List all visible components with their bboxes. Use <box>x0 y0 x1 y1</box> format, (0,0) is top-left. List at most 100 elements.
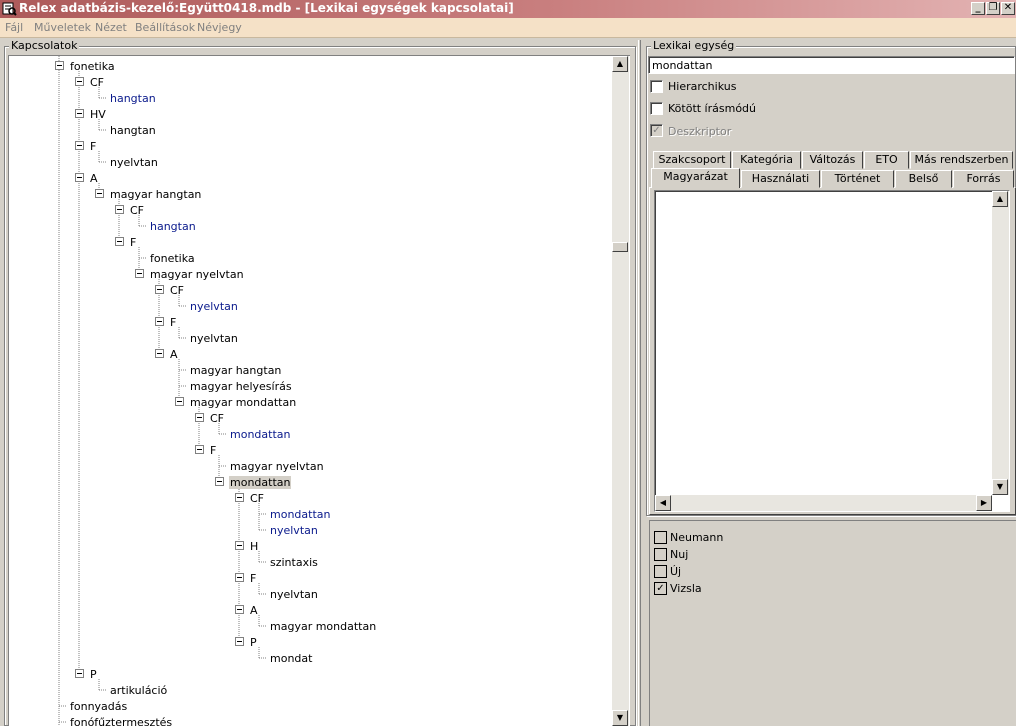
tree-expander[interactable] <box>135 269 144 278</box>
menu-operations[interactable]: Műveletek <box>34 21 91 34</box>
tree-node[interactable]: magyar hangtan <box>190 364 281 377</box>
tree-node[interactable]: magyar mondattan <box>270 620 376 633</box>
tree-expander[interactable] <box>235 493 244 502</box>
tree-node[interactable]: mondattan <box>270 508 330 521</box>
scroll-right-icon[interactable]: ▶ <box>976 495 992 511</box>
tree-node[interactable]: mondat <box>270 652 312 665</box>
menu-view[interactable]: Nézet <box>95 21 127 34</box>
tree-expander[interactable] <box>55 61 64 70</box>
source-label[interactable]: Nuj <box>670 548 688 561</box>
tree-node[interactable]: CF <box>170 284 184 297</box>
source-checkbox[interactable] <box>654 565 667 578</box>
source-checkbox[interactable] <box>654 531 667 544</box>
tree-node[interactable]: szintaxis <box>270 556 318 569</box>
tree-node[interactable]: fonetika <box>150 252 195 265</box>
tree-node[interactable]: hangtan <box>150 220 196 233</box>
tab-kategoria[interactable]: Kategória <box>732 151 801 169</box>
tree-node[interactable]: magyar helyesírás <box>190 380 292 393</box>
tree-node[interactable]: A <box>250 604 258 617</box>
tree-expander[interactable] <box>175 397 184 406</box>
source-label[interactable]: Neumann <box>670 531 723 544</box>
menu-settings[interactable]: Beállítások <box>135 21 195 34</box>
hierarchical-checkbox[interactable] <box>650 80 663 93</box>
tree-expander[interactable] <box>215 477 224 486</box>
scroll-down-icon[interactable]: ▼ <box>992 479 1008 495</box>
tab-hasznalati[interactable]: Használati <box>741 170 820 188</box>
source-label[interactable]: Vizsla <box>670 582 702 595</box>
tree-node[interactable]: A <box>170 348 178 361</box>
tree-node[interactable]: HV <box>90 108 106 121</box>
tree-node[interactable]: hangtan <box>110 124 156 137</box>
tree-node[interactable]: F <box>90 140 96 153</box>
tree-expander[interactable] <box>115 237 124 246</box>
tree-node[interactable]: F <box>170 316 176 329</box>
scroll-down-icon[interactable]: ▼ <box>612 710 628 726</box>
tree-node[interactable]: F <box>250 572 256 585</box>
tree-expander[interactable] <box>75 141 84 150</box>
tree-expander[interactable] <box>115 205 124 214</box>
tree-node[interactable]: P <box>250 636 257 649</box>
scroll-up-icon[interactable]: ▲ <box>992 191 1008 207</box>
tab-valtozas[interactable]: Változás <box>802 151 863 169</box>
tree-expander[interactable] <box>235 637 244 646</box>
source-label[interactable]: Új <box>670 565 681 578</box>
scroll-left-icon[interactable]: ◀ <box>655 495 671 511</box>
panel-splitter[interactable] <box>638 40 641 726</box>
tree-expander[interactable] <box>95 189 104 198</box>
tree-expander[interactable] <box>155 317 164 326</box>
tree-node[interactable]: magyar mondattan <box>190 396 296 409</box>
tree-node[interactable]: fonnyadás <box>70 700 127 713</box>
tree-expander[interactable] <box>155 285 164 294</box>
tab-szakcsoport[interactable]: Szakcsoport <box>653 151 731 169</box>
tree-node[interactable]: nyelvtan <box>190 332 238 345</box>
menu-file[interactable]: Fájl <box>5 21 23 34</box>
tree-node[interactable]: A <box>90 172 98 185</box>
relations-tree[interactable]: fonetika CF hangtan HV hangtan F nyelvta… <box>8 55 630 726</box>
tree-expander[interactable] <box>75 669 84 678</box>
tree-expander[interactable] <box>75 173 84 182</box>
tree-node[interactable]: nyelvtan <box>110 156 158 169</box>
tree-expander[interactable] <box>235 605 244 614</box>
memo-horizontal-scrollbar[interactable]: ◀ ▶ <box>655 495 992 511</box>
tree-node[interactable]: magyar hangtan <box>110 188 201 201</box>
tree-node[interactable]: F <box>130 236 136 249</box>
tree-node[interactable]: H <box>250 540 258 553</box>
scroll-up-icon[interactable]: ▲ <box>612 56 628 72</box>
menu-about[interactable]: Névjegy <box>197 21 242 34</box>
tree-node[interactable]: nyelvtan <box>270 524 318 537</box>
restore-button[interactable]: ❐ <box>986 2 1000 15</box>
memo-vertical-scrollbar[interactable]: ▲ ▼ <box>992 191 1009 495</box>
tree-node[interactable]: mondattan <box>230 428 290 441</box>
tree-expander[interactable] <box>235 573 244 582</box>
tree-node[interactable]: F <box>210 444 216 457</box>
tree-node[interactable]: CF <box>250 492 264 505</box>
tree-node[interactable]: nyelvtan <box>270 588 318 601</box>
tree-node[interactable]: fonetika <box>70 60 115 73</box>
minimize-button[interactable]: _ <box>971 2 985 15</box>
tree-vertical-scrollbar[interactable]: ▲ ▼ <box>612 56 629 726</box>
explanation-memo[interactable] <box>654 190 1010 512</box>
scroll-thumb[interactable] <box>612 242 628 252</box>
tab-eto[interactable]: ETO <box>864 151 909 169</box>
tree-node[interactable]: CF <box>210 412 224 425</box>
tree-node[interactable]: hangtan <box>110 92 156 105</box>
tree-node[interactable]: magyar nyelvtan <box>230 460 324 473</box>
tree-node[interactable]: P <box>90 668 97 681</box>
source-checkbox[interactable]: ✓ <box>654 582 667 595</box>
tree-expander[interactable] <box>195 445 204 454</box>
bound-spelling-checkbox[interactable] <box>650 102 663 115</box>
tree-node-selected[interactable]: mondattan <box>229 476 292 489</box>
source-checkbox[interactable] <box>654 548 667 561</box>
tree-node[interactable]: magyar nyelvtan <box>150 268 244 281</box>
lexical-unit-field[interactable]: mondattan <box>648 56 1015 74</box>
tab-magyarazat[interactable]: Magyarázat <box>651 168 740 188</box>
tree-expander[interactable] <box>235 541 244 550</box>
tree-node[interactable]: artikuláció <box>110 684 167 697</box>
tab-tortenet[interactable]: Történet <box>821 170 894 188</box>
tab-mas-rendszerben[interactable]: Más rendszerben <box>910 151 1013 169</box>
tab-forras[interactable]: Forrás <box>953 170 1014 188</box>
tree-expander[interactable] <box>195 413 204 422</box>
tree-expander[interactable] <box>75 109 84 118</box>
tree-node[interactable]: CF <box>90 76 104 89</box>
tree-node[interactable]: nyelvtan <box>190 300 238 313</box>
